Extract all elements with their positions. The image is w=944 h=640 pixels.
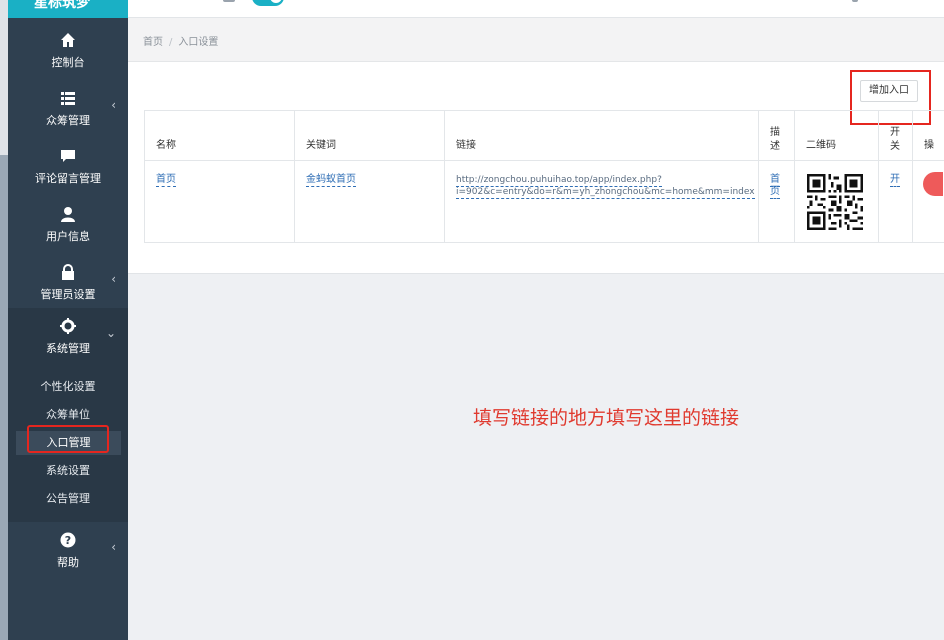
entry-management-highlight	[27, 425, 109, 453]
cell-name: 首页	[145, 161, 295, 243]
sidebar-item-label: 评论留言管理	[35, 172, 101, 185]
sidebar-item-label: 众筹管理	[46, 114, 90, 127]
sidebar: 星标筑梦 控制台 众筹管理 ‹ 评论留言管理 用户信息 管理员设置 ‹ 系统管理…	[8, 0, 128, 640]
sidebar-item-system[interactable]: 系统管理 ⌄	[8, 308, 128, 366]
column-header-link: 链接	[445, 111, 759, 161]
submenu-item-personalize[interactable]: 个性化设置	[8, 375, 128, 399]
annotation-text: 填写链接的地方填写这里的链接	[473, 407, 740, 429]
sidebar-item-label: 系统管理	[46, 342, 90, 355]
cell-actions	[913, 161, 944, 243]
chevron-left-icon: ‹	[111, 272, 116, 286]
app-root: 星标筑梦 控制台 众筹管理 ‹ 评论留言管理 用户信息 管理员设置 ‹ 系统管理…	[0, 0, 944, 640]
breadcrumb: 首页 / 入口设置	[143, 33, 218, 48]
entry-table: 名称 关键词 链接 描述 二维码 开关 操 首页 金蚂蚁首页 http://zo…	[144, 110, 944, 243]
qr-code-image[interactable]	[807, 174, 863, 230]
top-toggle-switch[interactable]	[252, 0, 284, 6]
column-header-actions: 操	[924, 140, 934, 151]
user-menu-icon[interactable]	[852, 0, 858, 2]
breadcrumb-bar: 首页 / 入口设置	[128, 18, 944, 62]
comment-icon	[61, 150, 75, 162]
sidebar-item-help[interactable]: ? 帮助 ‹	[8, 522, 128, 580]
breadcrumb-separator: /	[169, 37, 173, 48]
home-icon	[61, 33, 75, 47]
sidebar-item-admin[interactable]: 管理员设置 ‹	[8, 254, 128, 312]
table-header-row: 名称 关键词 链接 描述 二维码 开关 操	[145, 111, 944, 161]
svg-text:?: ?	[65, 534, 71, 547]
entry-description-line2[interactable]: 页	[770, 186, 780, 199]
column-header-name: 名称	[145, 111, 295, 161]
lock-icon	[62, 264, 74, 280]
content-panel: 增加入口 名称 关键词 链接 描述 二维码 开关 操 首页 金蚂蚁首页 http…	[128, 62, 944, 274]
cell-description: 首 页	[759, 161, 795, 243]
breadcrumb-home[interactable]: 首页	[143, 37, 163, 48]
submenu-item-announcements[interactable]: 公告管理	[8, 487, 128, 511]
sidebar-item-comments[interactable]: 评论留言管理	[8, 138, 128, 196]
brand-title: 星标筑梦	[34, 0, 90, 11]
column-header-switch: 开关	[879, 111, 913, 161]
column-header-qrcode: 二维码	[795, 111, 879, 161]
sidebar-item-label: 用户信息	[46, 230, 90, 243]
cell-keyword: 金蚂蚁首页	[295, 161, 445, 243]
entry-url-line2[interactable]: i=902&c=entry&do=r&m=yh_zhongchou&mc=hom…	[456, 186, 755, 199]
user-icon	[61, 207, 75, 222]
delete-button[interactable]	[923, 172, 943, 196]
chevron-left-icon: ‹	[111, 540, 116, 554]
entry-name-link[interactable]: 首页	[156, 174, 176, 187]
list-icon	[61, 92, 75, 105]
sidebar-item-users[interactable]: 用户信息	[8, 196, 128, 254]
breadcrumb-current: 入口设置	[178, 37, 219, 48]
brand-logo[interactable]: 星标筑梦	[8, 0, 128, 18]
table-row: 首页 金蚂蚁首页 http://zongchou.puhuihao.top/ap…	[145, 161, 944, 243]
question-icon: ?	[60, 532, 76, 548]
gear-icon	[60, 318, 76, 334]
window-edge-shadow	[0, 155, 8, 640]
submenu-item-units[interactable]: 众筹单位	[8, 403, 128, 427]
sidebar-item-dashboard[interactable]: 控制台	[8, 22, 128, 80]
entry-keyword-link[interactable]: 金蚂蚁首页	[306, 174, 356, 187]
chevron-left-icon: ‹	[111, 98, 116, 112]
submenu-item-system-settings[interactable]: 系统设置	[8, 459, 128, 483]
cell-qrcode	[795, 161, 879, 243]
top-bar	[128, 0, 944, 18]
menu-icon[interactable]	[223, 0, 235, 2]
column-header-description: 描述	[759, 111, 795, 161]
cell-switch: 开	[879, 161, 913, 243]
entry-switch-link[interactable]: 开	[890, 174, 900, 187]
chevron-down-icon: ⌄	[105, 326, 116, 340]
sidebar-item-crowdfunding[interactable]: 众筹管理 ‹	[8, 80, 128, 138]
column-header-keyword: 关键词	[295, 111, 445, 161]
cell-link: http://zongchou.puhuihao.top/app/index.p…	[445, 161, 759, 243]
sidebar-item-label: 控制台	[51, 56, 85, 69]
sidebar-item-label: 帮助	[57, 556, 79, 569]
sidebar-item-label: 管理员设置	[40, 288, 96, 301]
